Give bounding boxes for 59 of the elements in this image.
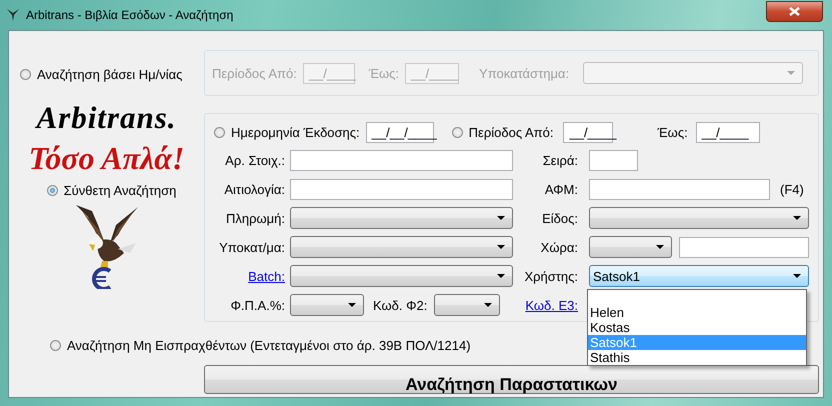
caret-icon — [656, 245, 664, 250]
field-label: Σειρά: — [542, 152, 578, 168]
slogan-text: Τόσο Απλά! — [28, 140, 184, 178]
field-label: Έως: — [657, 124, 688, 140]
shortcut-hint: (F4) — [780, 182, 804, 197]
input-field[interactable] — [679, 236, 809, 258]
radio-label[interactable]: Ημερομηνία Έκδοσης: — [231, 124, 360, 140]
radio-button[interactable] — [50, 340, 61, 350]
field-label: Περίοδος Από: — [212, 66, 297, 80]
eagle-icon — [6, 8, 20, 22]
dropdown[interactable] — [290, 265, 513, 288]
dropdown[interactable] — [589, 207, 809, 230]
radio-label[interactable]: Σύνθετη Αναζήτηση — [64, 183, 176, 198]
field-label: Υποκατάστημα: — [479, 66, 570, 80]
logo-text: Arbitrans. — [36, 100, 177, 136]
field-label: Πληρωμή: — [226, 210, 285, 226]
input-field[interactable] — [589, 178, 770, 200]
radio-button[interactable] — [452, 126, 463, 138]
dropdown[interactable]: Satsok1 — [589, 265, 809, 288]
radio-button[interactable] — [46, 185, 58, 196]
caret-icon — [484, 303, 492, 308]
date-field[interactable]: __/____ — [696, 122, 760, 143]
radio-label[interactable]: Περίοδος Από: — [468, 124, 554, 140]
input-field[interactable] — [290, 178, 513, 200]
field-label: Υποκατ/μα: — [219, 240, 285, 255]
field-label: Είδος: — [542, 210, 578, 226]
radio-label[interactable]: Αναζήτηση Μη Εισπραχθέντων (Εντεταγμένοι στο άρ. 39Β ΠΟΛ/1214) — [67, 338, 471, 352]
dropdown[interactable] — [290, 294, 364, 316]
field-label: Χρήστης: — [524, 268, 578, 284]
field-label: Έως: — [368, 66, 400, 80]
search-button[interactable]: Αναζήτηση Παραστατικων — [204, 364, 819, 394]
dropdown[interactable] — [434, 294, 500, 316]
field-label: Φ.Π.Α.%: — [230, 298, 285, 313]
caret-icon — [348, 303, 356, 308]
caret-icon — [497, 245, 505, 250]
caret-icon — [497, 216, 505, 220]
field-label: ΑΦΜ: — [544, 182, 578, 197]
radio-button[interactable] — [214, 126, 225, 138]
caret-icon — [497, 274, 505, 278]
caret-icon — [793, 216, 801, 220]
window-title: Arbitrans - Βιβλία Εσόδων - Αναζήτηση — [26, 8, 234, 22]
dropdown-option[interactable]: Kostas — [588, 320, 806, 335]
input-field[interactable] — [589, 150, 638, 171]
caret-icon — [793, 274, 801, 278]
caret-icon — [787, 71, 796, 75]
dropdown-option[interactable]: Helen — [588, 305, 806, 320]
field-label: Αιτιολογία: — [224, 182, 285, 197]
dropdown[interactable] — [290, 207, 513, 230]
code-link[interactable]: Κωδ. Ε3: — [525, 298, 578, 313]
field-label: Κωδ. Φ2: — [373, 298, 428, 313]
dropdown[interactable] — [589, 236, 672, 258]
dropdown[interactable] — [290, 236, 513, 258]
batch-link[interactable]: Batch: — [248, 268, 285, 284]
field-label: Αρ. Στοιχ.: — [225, 152, 285, 168]
input-field[interactable] — [290, 150, 513, 171]
dropdown-option[interactable]: Stathis — [588, 350, 806, 365]
close-button[interactable] — [766, 1, 823, 22]
close-icon — [789, 7, 800, 16]
field-label: Χώρα: — [540, 240, 578, 255]
